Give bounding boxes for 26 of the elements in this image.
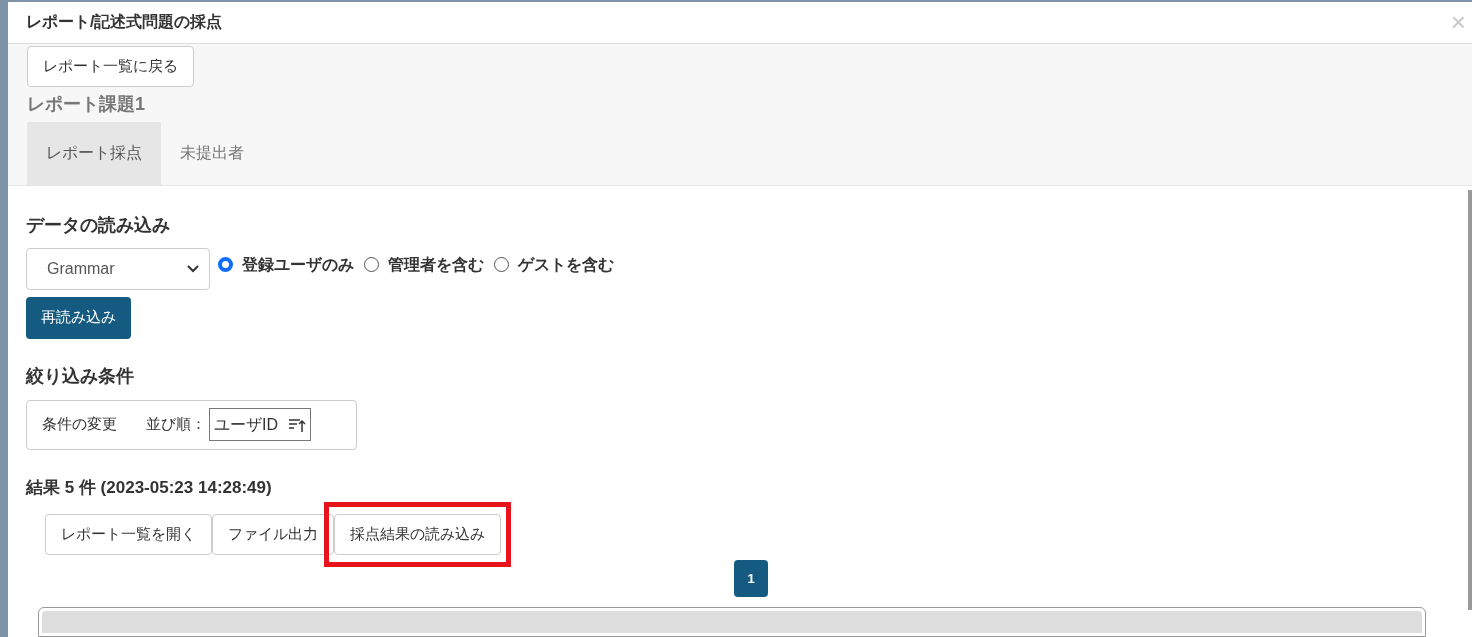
page-button[interactable]: 1 [734,560,768,597]
radio-label: 登録ユーザのみ [242,254,354,275]
sort-field[interactable]: ユーザID [209,408,311,441]
radio-label: 管理者を含む [388,254,484,275]
radio-button[interactable] [364,257,379,272]
select-field[interactable]: Grammar [26,247,210,290]
scrollbar[interactable] [1468,189,1472,610]
section-heading: 絞り込み条件 [26,364,135,388]
tab[interactable]: 未提出者 [161,121,263,185]
action-button[interactable]: 採点結果の読み込み [334,514,501,555]
radio-button[interactable] [218,257,233,272]
action-button[interactable]: ファイル出力 [212,514,334,555]
filter-link[interactable]: 条件の変更 [42,413,117,436]
results-summary: 結果 5 件 (2023-05:23 14:28:49) [26,476,273,499]
report-title: レポート課題1 [27,92,145,116]
section-heading: データの読み込み [26,213,171,237]
tab[interactable]: レポート採点 [27,121,161,185]
radio-button[interactable] [494,257,509,272]
radio-label: ゲストを含む [518,254,614,275]
back-button[interactable]: レポート一覧に戻る [27,45,194,87]
action-button[interactable]: レポート一覧を開く [45,514,212,555]
chevron-down-icon [187,264,199,273]
reload-button[interactable]: 再読み込み [26,296,131,339]
sort-icon [288,416,306,433]
dialog-title: レポート/記述式問題の採点 [26,12,223,33]
sort-label: 並び順： [146,414,206,435]
